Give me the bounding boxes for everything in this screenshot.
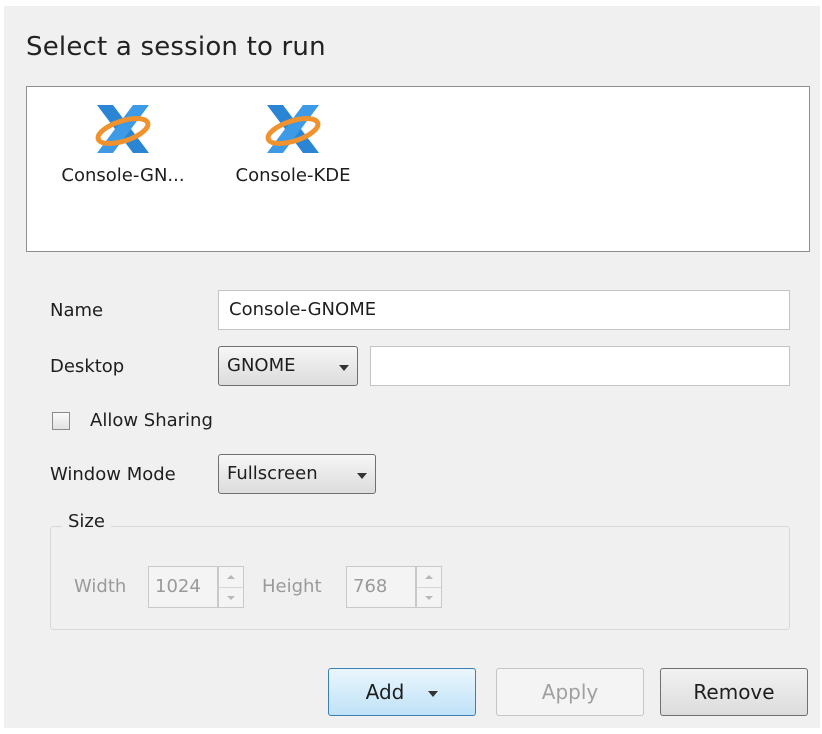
- width-spin-buttons[interactable]: [218, 566, 244, 608]
- apply-button[interactable]: Apply: [496, 668, 644, 716]
- height-spin-buttons[interactable]: [416, 566, 442, 608]
- session-item-console-gnome[interactable]: Console-GN...: [43, 99, 203, 186]
- height-spinbox[interactable]: 768: [346, 566, 416, 608]
- session-item-console-kde[interactable]: Console-KDE: [213, 99, 373, 186]
- spin-down-icon[interactable]: [417, 587, 441, 608]
- remove-button[interactable]: Remove: [660, 668, 808, 716]
- desktop-extra-input[interactable]: [370, 346, 790, 386]
- name-input[interactable]: Console-GNOME: [218, 290, 790, 330]
- desktop-select[interactable]: GNOME: [218, 346, 358, 386]
- chevron-down-icon: [357, 473, 367, 479]
- size-group-title: Size: [62, 511, 111, 532]
- allow-sharing-label: Allow Sharing: [90, 410, 213, 431]
- window-mode-label: Window Mode: [50, 464, 176, 485]
- x-session-icon: [91, 99, 155, 159]
- window-mode-select[interactable]: Fullscreen: [218, 454, 376, 494]
- window-mode-select-value: Fullscreen: [227, 463, 318, 484]
- spin-up-icon[interactable]: [417, 567, 441, 587]
- chevron-down-icon: [428, 691, 439, 697]
- width-label: Width: [74, 576, 127, 597]
- session-item-label: Console-KDE: [235, 165, 351, 186]
- x-session-icon: [261, 99, 325, 159]
- allow-sharing-checkbox[interactable]: [52, 412, 70, 430]
- spin-down-icon[interactable]: [219, 587, 243, 608]
- add-button[interactable]: Add: [328, 668, 476, 716]
- name-label: Name: [50, 300, 104, 321]
- add-button-label: Add: [365, 680, 405, 704]
- desktop-label: Desktop: [50, 356, 125, 377]
- session-item-label: Console-GN...: [61, 165, 185, 186]
- height-label: Height: [262, 576, 322, 597]
- session-list[interactable]: Console-GN... Console-KDE: [26, 86, 810, 252]
- width-spinbox[interactable]: 1024: [148, 566, 218, 608]
- spin-up-icon[interactable]: [219, 567, 243, 587]
- chevron-down-icon: [339, 365, 349, 371]
- desktop-select-value: GNOME: [227, 355, 296, 376]
- dialog-title: Select a session to run: [26, 32, 326, 62]
